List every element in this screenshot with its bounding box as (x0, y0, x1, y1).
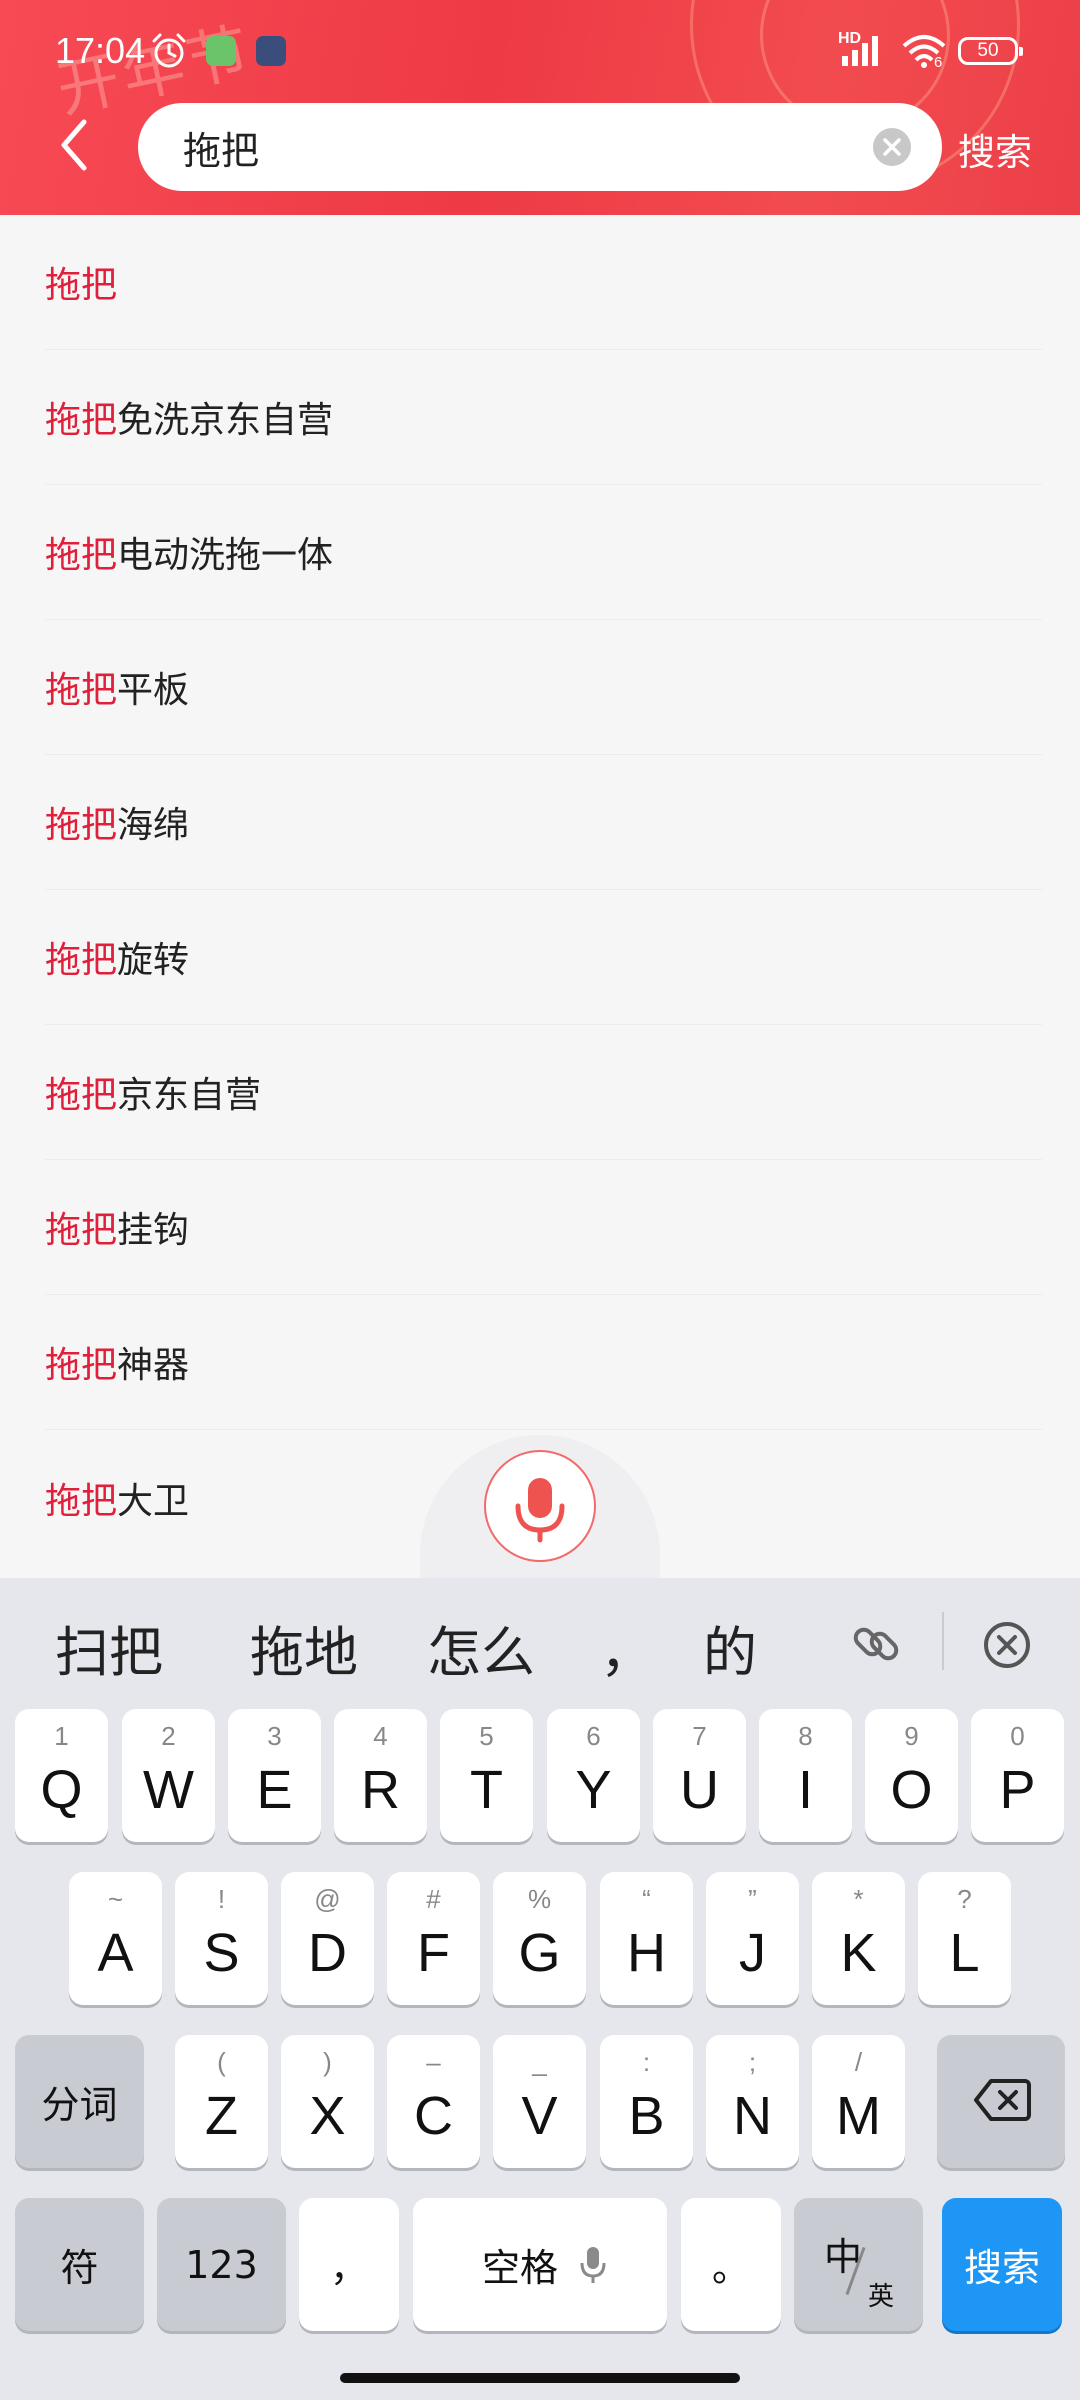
key-q[interactable]: 1Q (15, 1709, 108, 1842)
app-notification-icon (256, 36, 286, 66)
key-h[interactable]: “H (600, 1872, 693, 2005)
key-k[interactable]: * K (812, 1872, 905, 2005)
status-time: 17:04 (55, 30, 146, 71)
suggestion-text: 大卫 (117, 1480, 190, 1522)
candidate-divider (942, 1612, 944, 1670)
search-box[interactable] (138, 103, 942, 191)
segment-key[interactable]: 分词 (15, 2035, 144, 2168)
key-o[interactable]: 9O (865, 1709, 958, 1842)
key-b[interactable]: :B (600, 2035, 693, 2168)
status-bar: 17:04 HD 6 50 (0, 0, 1080, 100)
link-icon[interactable] (848, 1616, 904, 1672)
suggestion-highlight: 拖把 (45, 535, 118, 576)
suggestion-text: 挂钩 (117, 1210, 190, 1251)
language-sub-label: 英 (868, 2282, 895, 2312)
key-y[interactable]: 6Y (547, 1709, 640, 1842)
close-icon (883, 138, 901, 156)
suggestion-text: 京东自营 (117, 1075, 262, 1116)
period-key[interactable]: 。 (681, 2198, 781, 2331)
search-button[interactable]: 搜索 (958, 122, 1032, 176)
key-r[interactable]: 4R (334, 1709, 427, 1842)
key-j[interactable]: ” J (706, 1872, 799, 2005)
candidate-word[interactable]: ， (600, 1608, 654, 1687)
backspace-key[interactable] (937, 2035, 1065, 2168)
key-f[interactable]: # F (387, 1872, 480, 2005)
suggestion-item[interactable]: 拖把 免洗京东自营 (45, 350, 1042, 485)
home-indicator[interactable] (340, 2373, 740, 2383)
suggestion-text: 平板 (117, 670, 190, 711)
back-arrow-icon[interactable] (50, 110, 100, 180)
key-i[interactable]: 8I (759, 1709, 852, 1842)
suggestion-highlight: 拖把 (45, 265, 118, 306)
suggestion-item[interactable]: 拖把 挂钩 (45, 1160, 1042, 1295)
suggestion-list: 拖把 拖把 免洗京东自营 拖把 电动洗拖一体 拖把 平板 拖把 海绵 拖把 旋转 拖把 京东… (0, 215, 1080, 1565)
key-d[interactable]: @ D (281, 1872, 374, 2005)
battery-indicator: 50 (958, 37, 1023, 65)
candidate-word[interactable]: 扫把 (55, 1608, 163, 1687)
suggestion-item[interactable]: 拖把 平板 (45, 620, 1042, 755)
suggestion-highlight: 拖把 (45, 1210, 118, 1251)
key-c[interactable]: – C (387, 2035, 480, 2168)
keyboard: 扫把 拖地 怎么 ， 的 1Q 2W 3E 4R 5T 6Y 7U 8I 9O … (0, 1578, 1080, 2400)
suggestion-item[interactable]: 拖把 京东自营 (45, 1025, 1042, 1160)
suggestion-highlight: 拖把 (45, 940, 118, 981)
suggestion-text: 免洗京东自营 (117, 400, 334, 441)
key-e[interactable]: 3E (228, 1709, 321, 1842)
key-v[interactable]: _ V (493, 2035, 586, 2168)
space-key[interactable]: 空格 (413, 2198, 667, 2331)
suggestion-item[interactable]: 拖把 电动洗拖一体 (45, 485, 1042, 620)
key-a[interactable]: ~ A (69, 1872, 162, 2005)
suggestion-highlight: 拖把 (45, 1345, 118, 1386)
suggestion-highlight: 拖把 (45, 1480, 118, 1522)
suggestion-item[interactable]: 拖把 神器 (45, 1295, 1042, 1430)
key-u[interactable]: 7U (653, 1709, 746, 1842)
suggestion-text: 电动洗拖一体 (117, 535, 334, 576)
suggestion-highlight: 拖把 (45, 400, 118, 441)
key-x[interactable]: ) X (281, 2035, 374, 2168)
key-g[interactable]: % G (493, 1872, 586, 2005)
suggestion-highlight: 拖把 (45, 670, 118, 711)
candidate-word[interactable]: 拖地 (250, 1608, 358, 1687)
keyboard-search-key[interactable]: 搜索 (942, 2198, 1062, 2331)
close-keyboard-icon[interactable] (980, 1618, 1034, 1672)
symbols-key[interactable]: 符 (15, 2198, 144, 2331)
microphone-icon (515, 1478, 565, 1543)
app-notification-icon (206, 36, 236, 66)
signal-icon (842, 36, 878, 66)
suggestion-text: 神器 (117, 1345, 190, 1386)
candidate-bar: 扫把 拖地 怎么 ， 的 (0, 1578, 1080, 1704)
key-z[interactable]: (Z (175, 2035, 268, 2168)
clear-button[interactable] (873, 128, 911, 166)
suggestion-highlight: 拖把 (45, 805, 118, 846)
key-p[interactable]: 0P (971, 1709, 1064, 1842)
language-switch-key[interactable]: 中 英 (794, 2198, 923, 2331)
suggestion-highlight: 拖把 (45, 1075, 118, 1116)
candidate-word[interactable]: 怎么 (427, 1608, 535, 1687)
header: 开年节 17:04 HD 6 50 拖把 搜索 (0, 0, 1080, 215)
suggestion-item[interactable]: 拖把 (45, 215, 1042, 350)
suggestion-text: 海绵 (117, 805, 190, 846)
key-t[interactable]: 5T (440, 1709, 533, 1842)
key-m[interactable]: / M (812, 2035, 905, 2168)
wifi-badge: 6 (934, 54, 943, 71)
backspace-icon (974, 2079, 1031, 2121)
key-l[interactable]: ? L (918, 1872, 1011, 2005)
comma-key[interactable]: ， (299, 2198, 399, 2331)
suggestion-item[interactable]: 拖把 旋转 (45, 890, 1042, 1025)
voice-input-button[interactable] (484, 1450, 596, 1562)
candidate-word[interactable]: 的 (703, 1608, 757, 1687)
suggestion-item[interactable]: 拖把 海绵 (45, 755, 1042, 890)
key-n[interactable]: ; N (706, 2035, 799, 2168)
search-input[interactable] (183, 103, 843, 191)
alarm-icon (152, 33, 186, 68)
key-s[interactable]: ! S (175, 1872, 268, 2005)
suggestion-text: 旋转 (117, 940, 190, 981)
numbers-key[interactable]: 123 (157, 2198, 286, 2331)
microphone-small-icon (580, 2247, 606, 2283)
key-w[interactable]: 2W (122, 1709, 215, 1842)
